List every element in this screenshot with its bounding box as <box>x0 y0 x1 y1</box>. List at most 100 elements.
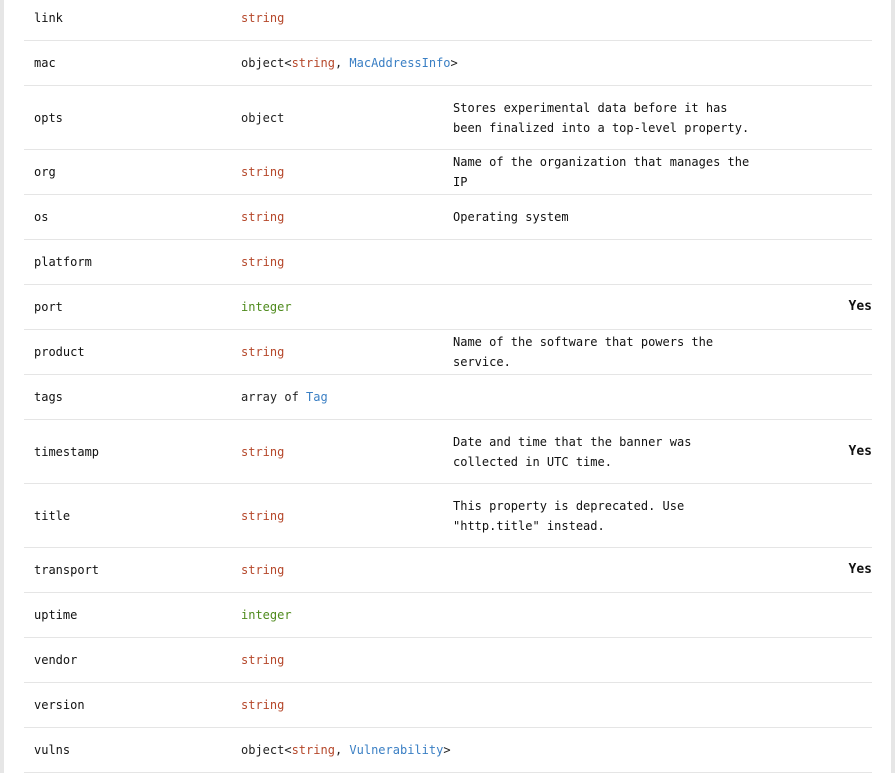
type-text: string <box>241 255 285 269</box>
property-type: string <box>241 329 453 375</box>
property-required <box>762 592 872 638</box>
property-type: object<string, Vulnerability> <box>241 727 453 773</box>
property-name: port <box>24 284 241 330</box>
property-type: string <box>241 483 453 548</box>
type-link[interactable]: Vulnerability <box>349 743 443 757</box>
type-text: , <box>334 743 350 757</box>
property-description <box>453 239 762 285</box>
table-row: vulns object<string, Vulnerability> <box>24 727 872 773</box>
property-description: Name of the software that powers the ser… <box>453 329 762 375</box>
type-text: string <box>241 11 285 25</box>
type-text: string <box>291 743 335 757</box>
property-description: Stores experimental data before it has b… <box>453 85 762 150</box>
property-required <box>762 637 872 683</box>
property-description <box>453 0 762 41</box>
type-text: string <box>241 653 285 667</box>
table-row: vendor string <box>24 637 872 683</box>
property-required <box>762 239 872 285</box>
property-required: Yes <box>762 547 872 593</box>
property-name: title <box>24 483 241 548</box>
type-text: string <box>241 698 285 712</box>
property-description <box>453 284 762 330</box>
type-text: string <box>241 563 285 577</box>
property-required <box>762 329 872 375</box>
property-required: Yes <box>762 284 872 330</box>
type-text: integer <box>241 300 292 314</box>
type-text: object< <box>241 743 292 757</box>
table-row: opts object Stores experimental data befor… <box>24 85 872 150</box>
property-required <box>762 483 872 548</box>
property-type: integer <box>241 592 453 638</box>
property-required <box>762 374 872 420</box>
type-text: string <box>291 56 335 70</box>
properties-table-body: link string mac object<string, MacAddressIn… <box>24 0 872 773</box>
property-description <box>453 40 762 86</box>
property-description <box>453 682 762 728</box>
property-description <box>453 547 762 593</box>
property-type: string <box>241 419 453 484</box>
property-description <box>453 592 762 638</box>
property-description <box>453 637 762 683</box>
property-type: object <box>241 85 453 150</box>
property-type: integer <box>241 284 453 330</box>
property-required <box>762 0 872 41</box>
property-type: string <box>241 682 453 728</box>
property-required <box>762 85 872 150</box>
type-text: > <box>443 743 451 757</box>
property-name: product <box>24 329 241 375</box>
property-description: Name of the organization that manages th… <box>453 149 762 195</box>
property-name: link <box>24 0 241 41</box>
property-required <box>762 149 872 195</box>
property-required <box>762 194 872 240</box>
property-description <box>453 727 762 773</box>
property-description: Operating system <box>453 194 762 240</box>
table-row: org string Name of the organization that m… <box>24 149 872 195</box>
type-text: string <box>241 508 285 523</box>
properties-table: link string mac object<string, MacAddressIn… <box>24 0 872 773</box>
property-required <box>762 40 872 86</box>
table-row: uptime integer <box>24 592 872 638</box>
table-row: timestamp string Date and time that the ba… <box>24 419 872 484</box>
property-name: uptime <box>24 592 241 638</box>
property-name: vendor <box>24 637 241 683</box>
property-type: string <box>241 547 453 593</box>
property-required <box>762 682 872 728</box>
property-description: This property is deprecated. Use "http.t… <box>453 483 762 548</box>
table-row: tags array of Tag <box>24 374 872 420</box>
property-name: timestamp <box>24 419 241 484</box>
property-required: Yes <box>762 419 872 484</box>
property-required <box>762 727 872 773</box>
type-text: > <box>450 56 458 70</box>
property-type: string <box>241 637 453 683</box>
property-name: tags <box>24 374 241 420</box>
type-text: object< <box>241 56 292 70</box>
table-row: os string Operating system <box>24 194 872 240</box>
table-row: title string This property is deprecated. … <box>24 483 872 548</box>
type-text: , <box>334 56 350 70</box>
table-row: link string <box>24 0 872 41</box>
table-row: version string <box>24 682 872 728</box>
type-text: string <box>241 444 285 459</box>
type-text: string <box>241 345 285 359</box>
property-name: platform <box>24 239 241 285</box>
property-type: string <box>241 239 453 285</box>
type-text: string <box>241 165 285 179</box>
type-text: array of <box>241 390 307 404</box>
property-type: string <box>241 149 453 195</box>
property-description: Date and time that the banner was collec… <box>453 419 762 484</box>
table-row: mac object<string, MacAddressInfo> <box>24 40 872 86</box>
table-row: transport string Yes <box>24 547 872 593</box>
property-name: version <box>24 682 241 728</box>
property-type: string <box>241 194 453 240</box>
property-name: vulns <box>24 727 241 773</box>
table-row: port integer Yes <box>24 284 872 330</box>
type-link[interactable]: MacAddressInfo <box>349 56 450 70</box>
schema-panel: link string mac object<string, MacAddressIn… <box>0 0 895 773</box>
property-name: mac <box>24 40 241 86</box>
property-name: org <box>24 149 241 195</box>
property-name: transport <box>24 547 241 593</box>
type-link[interactable]: Tag <box>306 390 328 404</box>
table-row: product string Name of the software that p… <box>24 329 872 375</box>
property-name: opts <box>24 85 241 150</box>
property-type: string <box>241 0 453 41</box>
